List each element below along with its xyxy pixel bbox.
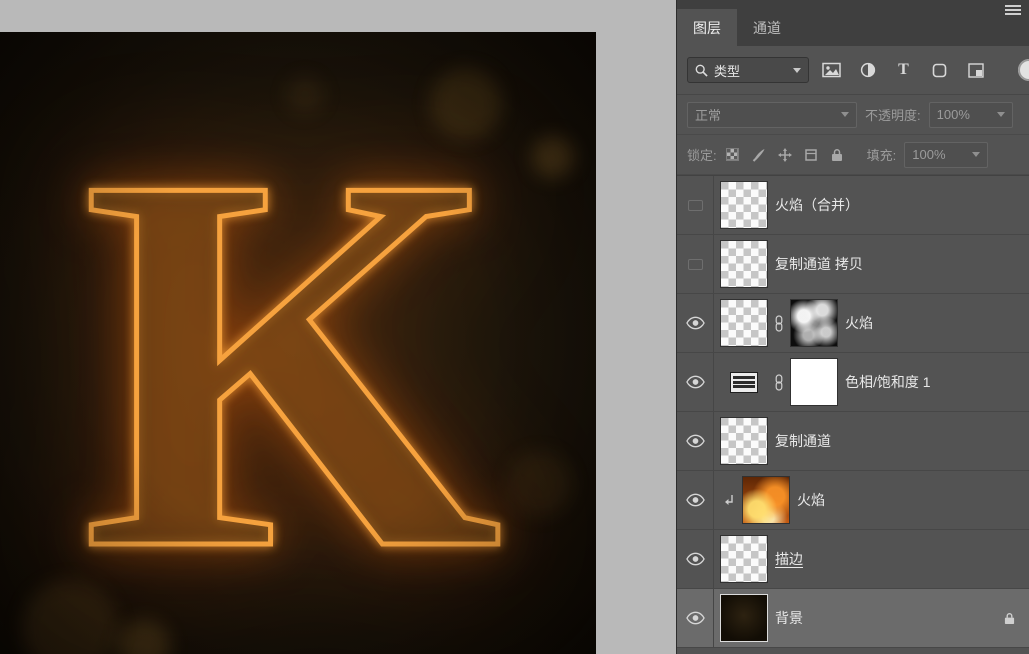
layer-name[interactable]: 背景 xyxy=(775,608,803,628)
layer-thumbnail[interactable] xyxy=(721,241,767,287)
layer-name[interactable]: 复制通道 拷贝 xyxy=(775,254,863,274)
layer-row[interactable]: 火焰（合并） xyxy=(677,176,1029,235)
opacity-label: 不透明度: xyxy=(865,108,921,123)
layer-row[interactable]: 复制通道 xyxy=(677,412,1029,471)
filter-kind-label: 类型 xyxy=(714,63,741,79)
eye-icon xyxy=(685,611,705,625)
tab-channels[interactable]: 通道 xyxy=(737,9,797,46)
shape-layer-filter-icon[interactable] xyxy=(926,58,953,82)
bokeh-light xyxy=(508,452,572,516)
blend-mode-select[interactable]: 正常 xyxy=(687,101,857,128)
layer-filter-row: 类型 T xyxy=(677,46,1029,95)
layer-thumbnail[interactable] xyxy=(721,182,767,228)
lock-position-icon[interactable] xyxy=(777,147,793,163)
type-layer-filter-icon[interactable]: T xyxy=(890,58,917,82)
eye-hidden-icon xyxy=(687,258,703,270)
lock-image-pixels-icon[interactable] xyxy=(751,147,767,163)
layer-row[interactable]: 背景 xyxy=(677,589,1029,648)
lock-row: 锁定: 填充: 100% xyxy=(677,135,1029,175)
visibility-toggle[interactable] xyxy=(677,176,714,234)
link-icon xyxy=(775,314,783,332)
opacity-value: 100% xyxy=(936,107,970,122)
layer-thumbnail[interactable] xyxy=(721,418,767,464)
layer-lock-icon xyxy=(1004,612,1015,625)
layer-mask-thumbnail[interactable] xyxy=(791,300,837,346)
blend-mode-value: 正常 xyxy=(695,108,722,123)
visibility-toggle[interactable] xyxy=(677,294,714,352)
lock-artboard-icon[interactable] xyxy=(803,147,819,163)
visibility-toggle[interactable] xyxy=(677,471,714,529)
fill-field[interactable]: 100% xyxy=(904,141,989,168)
lock-label: 锁定: xyxy=(687,148,717,163)
layer-name[interactable]: 火焰 xyxy=(797,490,825,510)
layer-thumbnail[interactable] xyxy=(721,595,767,641)
layer-name[interactable]: 火焰 xyxy=(845,313,873,333)
layer-mask-thumbnail[interactable] xyxy=(791,359,837,405)
bokeh-light xyxy=(532,136,574,178)
layer-row[interactable]: 描边 xyxy=(677,530,1029,589)
fire-letter-artwork: K xyxy=(80,62,505,654)
eye-icon xyxy=(685,375,705,389)
chevron-down-icon xyxy=(996,112,1005,117)
layer-row[interactable]: 火焰 xyxy=(677,471,1029,530)
panel-tab-bar: 图层 通道 xyxy=(677,0,1029,46)
visibility-toggle[interactable] xyxy=(677,530,714,588)
hue-saturation-icon xyxy=(730,371,758,393)
photoshop-workspace: K 图层 通道 类型 T 正常 不透明度: 100% 锁定: 填充: 100% … xyxy=(0,0,1029,654)
fill-label: 填充: xyxy=(866,148,897,163)
chevron-down-icon xyxy=(793,67,801,73)
visibility-toggle[interactable] xyxy=(677,353,714,411)
layer-row[interactable]: 火焰 xyxy=(677,294,1029,353)
eye-icon xyxy=(685,316,705,330)
adjustment-layer-thumbnail[interactable] xyxy=(721,359,767,405)
eye-icon xyxy=(685,552,705,566)
tab-layers[interactable]: 图层 xyxy=(677,9,737,46)
lock-icons xyxy=(725,147,845,163)
layer-name[interactable]: 描边 xyxy=(775,549,803,569)
blend-row: 正常 不透明度: 100% xyxy=(677,95,1029,135)
smart-object-filter-icon[interactable] xyxy=(962,58,989,82)
adjustment-layer-filter-icon[interactable] xyxy=(854,58,881,82)
layer-name[interactable]: 火焰（合并） xyxy=(775,195,859,215)
opacity-field[interactable]: 100% xyxy=(928,101,1013,128)
visibility-toggle[interactable] xyxy=(677,589,714,647)
panel-menu-icon[interactable] xyxy=(1005,3,1021,17)
fill-value: 100% xyxy=(912,147,946,162)
layer-name[interactable]: 色相/饱和度 1 xyxy=(845,372,931,392)
filter-kind-dropdown[interactable]: 类型 xyxy=(687,57,809,83)
layer-row[interactable]: 复制通道 拷贝 xyxy=(677,235,1029,294)
link-icon xyxy=(775,373,783,391)
layers-panel: 图层 通道 类型 T 正常 不透明度: 100% 锁定: 填充: 100% 火焰… xyxy=(676,0,1029,654)
layer-thumbnail[interactable] xyxy=(743,477,789,523)
clipping-mask-arrow-icon xyxy=(721,494,735,507)
chevron-down-icon xyxy=(841,112,849,117)
eye-icon xyxy=(685,493,705,507)
filter-toggle[interactable] xyxy=(1018,59,1029,81)
layer-thumbnail[interactable] xyxy=(721,300,767,346)
lock-transparent-pixels-icon[interactable] xyxy=(725,147,741,163)
pixel-layer-filter-icon[interactable] xyxy=(818,58,845,82)
eye-icon xyxy=(685,434,705,448)
eye-hidden-icon xyxy=(687,199,703,211)
layer-thumbnail[interactable] xyxy=(721,536,767,582)
chevron-down-icon xyxy=(972,152,981,157)
visibility-toggle[interactable] xyxy=(677,412,714,470)
document-canvas[interactable]: K xyxy=(0,32,596,654)
layer-name[interactable]: 复制通道 xyxy=(775,431,831,451)
layer-list: 火焰（合并） 复制通道 拷贝 火焰 色相/饱和度 1 复制通道 火焰 描边 背景 xyxy=(677,175,1029,648)
visibility-toggle[interactable] xyxy=(677,235,714,293)
search-icon xyxy=(695,64,708,77)
layer-row[interactable]: 色相/饱和度 1 xyxy=(677,353,1029,412)
lock-all-icon[interactable] xyxy=(829,147,845,163)
